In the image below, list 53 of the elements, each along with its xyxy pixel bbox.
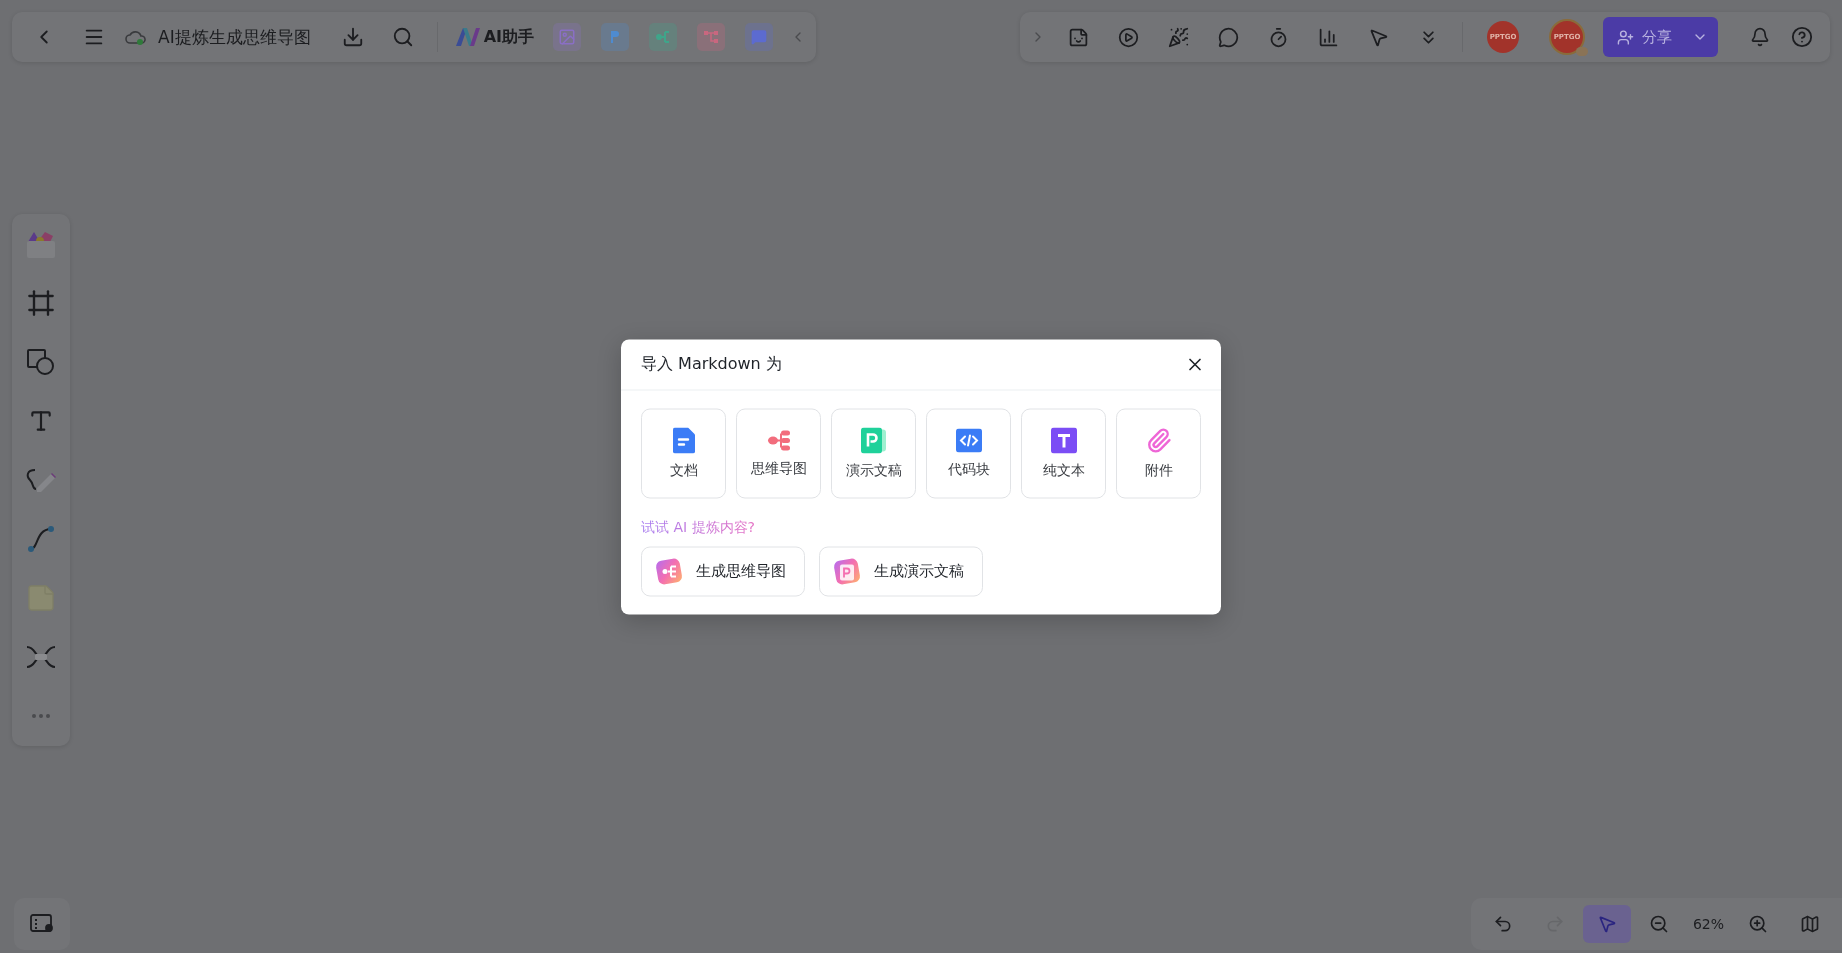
- slides-icon: [860, 427, 887, 453]
- ai-hint-text: 试试 AI 提炼内容?: [641, 518, 756, 536]
- ai-generate-button[interactable]: 生成思维导图: [641, 546, 805, 596]
- ai-assistant-button[interactable]: AI助手: [449, 26, 540, 48]
- map-icon: [1800, 914, 1820, 934]
- outline-button[interactable]: [14, 898, 70, 950]
- text-icon: [1050, 427, 1077, 453]
- pointer-icon: [1596, 914, 1617, 934]
- sticker-icon: [1067, 26, 1089, 48]
- import-option[interactable]: 代码块: [926, 408, 1011, 498]
- import-option[interactable]: 演示文稿: [831, 408, 916, 498]
- bar-chart-icon: [1317, 26, 1339, 48]
- connector-icon[interactable]: [26, 524, 56, 554]
- text-icon[interactable]: [28, 408, 54, 434]
- ai-mind-map-icon: [654, 556, 684, 586]
- app-glyph-icon: [558, 28, 576, 46]
- zoom-level[interactable]: 62%: [1686, 916, 1730, 932]
- import-option[interactable]: 思维导图: [736, 408, 821, 498]
- add-user-icon: [1617, 28, 1634, 46]
- comment-icon: [1217, 26, 1239, 48]
- ai-generate-button[interactable]: 生成演示文稿: [819, 546, 983, 596]
- import-option[interactable]: 文档: [641, 408, 726, 498]
- pointer-button[interactable]: [1582, 905, 1631, 943]
- party-popper-icon: [1167, 26, 1189, 48]
- cloud-synced-icon: [124, 28, 146, 46]
- mind-map-icon: [766, 429, 791, 451]
- import-option[interactable]: 纯文本: [1021, 408, 1106, 498]
- document-title: AI提炼生成思维导图: [158, 25, 311, 49]
- ai-slides-icon: [832, 556, 862, 586]
- app-glyph-icon: [654, 29, 672, 45]
- share-button[interactable]: 分享: [1603, 17, 1718, 57]
- app-glyph-icon: [703, 29, 719, 45]
- zoom-in-icon: [1748, 914, 1768, 934]
- undo-icon: [1492, 914, 1513, 934]
- status-badge: [1576, 47, 1588, 56]
- dialog-title: 导入 Markdown 为: [641, 353, 782, 375]
- search-icon: [391, 26, 414, 48]
- pen-icon[interactable]: [25, 466, 57, 494]
- document-icon: [672, 427, 695, 453]
- download-icon: [341, 26, 364, 48]
- import-option[interactable]: 附件: [1116, 408, 1201, 498]
- shape-icon[interactable]: [26, 347, 56, 377]
- paperclip-icon: [1145, 427, 1172, 453]
- zoom-out-icon: [1648, 914, 1669, 934]
- frame-icon[interactable]: [27, 289, 55, 317]
- help-icon: [1791, 26, 1813, 48]
- code-icon: [955, 428, 982, 452]
- play-icon: [1117, 26, 1139, 48]
- mind-map-icon[interactable]: [25, 643, 57, 671]
- list-pin-icon: [30, 914, 54, 934]
- app-glyph-icon: [751, 29, 767, 45]
- bell-icon: [1750, 27, 1770, 47]
- ai-logo-icon: [455, 28, 480, 46]
